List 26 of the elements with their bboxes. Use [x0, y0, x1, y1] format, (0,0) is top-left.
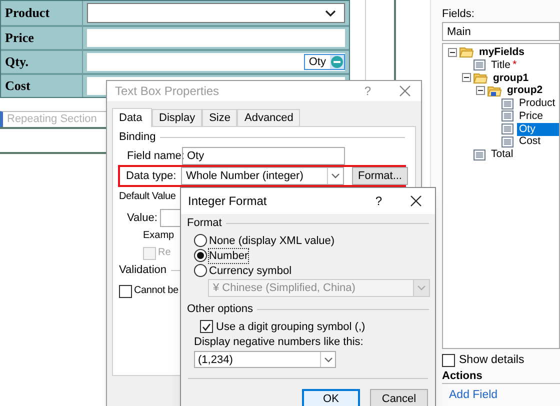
- field-label: Field name:: [127, 149, 182, 163]
- panel-label: Fields:: [442, 7, 476, 21]
- field-label: Cost: [1, 75, 83, 97]
- section-heading: Default Value: [119, 190, 176, 204]
- radio-label: None (display XML value): [209, 234, 335, 248]
- required-marker: *: [512, 58, 517, 72]
- field-label: Data type:: [126, 169, 178, 183]
- section-heading: Format: [187, 216, 222, 230]
- field-label: Display negative numbers like this:: [194, 335, 364, 350]
- field-label: Qty.: [1, 51, 83, 73]
- example-text: Examp: [143, 229, 174, 243]
- section-heading: Actions: [442, 369, 560, 384]
- checkbox-label: Use a digit grouping symbol (,): [216, 320, 366, 334]
- field-label: Product: [1, 1, 83, 25]
- radio-label: Currency symbol: [209, 264, 292, 278]
- field-label: Price: [1, 27, 83, 49]
- section-heading: Binding: [119, 130, 156, 144]
- checkbox-label: Show details: [459, 353, 524, 367]
- window-title: Text Box Properties: [115, 84, 220, 98]
- field-label: Value:: [127, 211, 158, 225]
- radio-label: Number: [209, 248, 248, 262]
- checkbox-label: Cannot be: [134, 284, 178, 298]
- section-heading: Other options: [187, 302, 254, 316]
- section-heading: Validation: [119, 263, 166, 277]
- checkbox-label: Re: [158, 246, 171, 260]
- window-title: Integer Format: [188, 194, 267, 208]
